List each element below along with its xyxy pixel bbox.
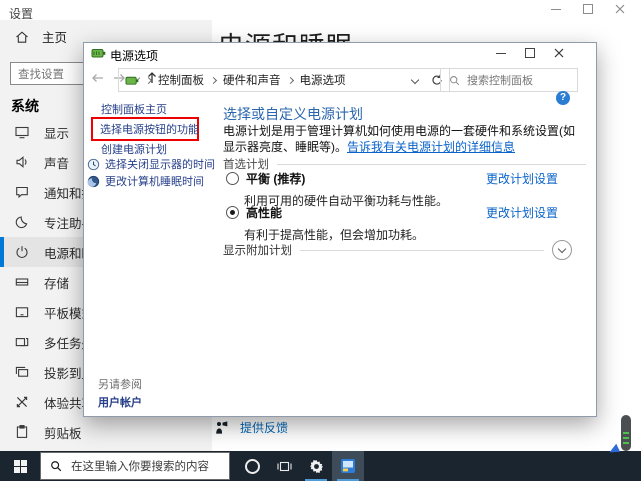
back-icon[interactable] [91, 72, 105, 84]
settings-caption-buttons [551, 4, 625, 14]
settings-section-label: 系统 [11, 98, 39, 114]
search-icon [450, 75, 460, 85]
plans-intro-text: 电源计划是用于管理计算机如何使用电源的一套硬件和系统设置(如显示器亮度、睡眠等)… [223, 123, 585, 155]
additional-plans-section: 显示附加计划 [223, 240, 586, 260]
plans-heading: 选择或自定义电源计划 [223, 106, 363, 122]
choose-power-buttons-link[interactable]: 选择电源按钮的功能 [100, 121, 199, 137]
notifications-icon [16, 186, 28, 199]
breadcrumb-hardware-sound[interactable]: 硬件和声音 [223, 72, 281, 88]
divider [300, 249, 544, 251]
choose-display-off-link: 选择关闭显示器的时间 [105, 159, 215, 171]
control-panel-search-input[interactable]: 搜索控制面板 [440, 68, 578, 92]
pen-cursor [609, 415, 631, 458]
sidebar-item-label: 声音 [44, 156, 70, 171]
power-icon [16, 246, 28, 258]
focus-assist-moon-icon [15, 216, 28, 229]
minimize-icon[interactable] [496, 52, 506, 54]
sidebar-item-label: 剪贴板 [44, 426, 82, 441]
power-options-window-title: 电源选项 [110, 49, 159, 63]
choose-display-off-row[interactable]: 选择关闭显示器的时间 [87, 156, 215, 172]
divider [277, 163, 586, 165]
settings-search-placeholder: 查找设置 [18, 68, 64, 81]
task-view-icon [276, 461, 292, 471]
shared-experiences-icon [16, 396, 28, 408]
power-options-window: 电源选项 控制面板 硬件和声音 电源选项 搜索控制面板 ? 控制面板主页 选择电… [83, 42, 597, 417]
start-button[interactable] [0, 451, 40, 481]
power-options-caption-buttons [496, 48, 564, 58]
cortana-icon [244, 458, 260, 474]
help-icon[interactable]: ? [556, 91, 570, 105]
plan-name[interactable]: 平衡 (推荐) [246, 170, 305, 187]
home-icon [16, 30, 28, 43]
feedback-icon [216, 420, 228, 434]
additional-plans-label: 显示附加计划 [223, 245, 292, 257]
display-icon [15, 126, 29, 139]
plan-row-high-performance: 高性能 更改计划设置 有利于提高性能，但会增加功耗。 [226, 204, 586, 243]
sidebar-item-clipboard[interactable]: 剪贴板 [0, 417, 212, 447]
settings-taskbar-button[interactable] [300, 451, 332, 481]
task-view-button[interactable] [268, 451, 300, 481]
maximize-icon[interactable] [525, 48, 535, 58]
sidebar-item-home[interactable]: 主页 [14, 27, 67, 46]
clock-icon [87, 158, 100, 170]
taskbar-search-placeholder: 在这里输入你要搜索的内容 [71, 461, 209, 473]
feedback-label: 提供反馈 [240, 421, 289, 435]
address-dropdown-icon[interactable] [410, 75, 420, 85]
close-icon[interactable] [554, 48, 564, 58]
highlight-red-box: 选择电源按钮的功能 [91, 117, 199, 141]
plan-radio-balanced[interactable] [226, 172, 239, 185]
screen: 设置 主页 查找设置 系统 显示 声音 通知和操作 专注助手 电源和睡眠 存储 … [0, 0, 641, 481]
power-options-address-icon [125, 76, 139, 85]
control-panel-taskbar-button[interactable] [332, 451, 364, 481]
control-panel-icon [341, 459, 355, 473]
address-bar[interactable]: 控制面板 硬件和声音 电源选项 [118, 68, 450, 92]
explorer-navigation-bar: 控制面板 硬件和声音 电源选项 搜索控制面板 [84, 63, 594, 95]
feedback-link-row[interactable]: 提供反馈 [215, 419, 288, 436]
breadcrumb-power-options[interactable]: 电源选项 [300, 72, 346, 88]
taskbar: 在这里输入你要搜索的内容 [0, 451, 641, 481]
power-options-app-icon [91, 46, 106, 60]
tell-me-more-link[interactable]: 告诉我有关电源计划的详细信息 [347, 140, 515, 154]
expand-additional-plans-icon[interactable] [552, 240, 572, 260]
change-sleep-time-row[interactable]: 更改计算机睡眠时间 [87, 173, 204, 189]
search-icon [51, 461, 62, 472]
sleep-moon-icon [87, 175, 100, 187]
home-label: 主页 [42, 31, 68, 45]
minimize-icon[interactable] [551, 8, 561, 10]
taskbar-search-input[interactable]: 在这里输入你要搜索的内容 [40, 452, 230, 480]
control-panel-home-link[interactable]: 控制面板主页 [101, 101, 167, 117]
cortana-button[interactable] [236, 451, 268, 481]
multitask-icon [15, 338, 29, 347]
project-to-pc-icon [15, 366, 29, 377]
maximize-icon[interactable] [583, 4, 593, 14]
sidebar-item-label: 存储 [44, 276, 70, 291]
breadcrumb-chevron-icon [144, 76, 153, 84]
sidebar-item-label: 显示 [44, 126, 70, 141]
control-panel-search-placeholder: 搜索控制面板 [467, 75, 533, 87]
change-plan-settings-link[interactable]: 更改计划设置 [486, 204, 558, 221]
clipboard-icon [16, 425, 28, 438]
change-plan-settings-link[interactable]: 更改计划设置 [486, 170, 558, 187]
gear-icon [309, 459, 323, 473]
create-power-plan-link[interactable]: 创建电源计划 [101, 141, 167, 157]
windows-logo-icon [13, 459, 27, 473]
plan-name[interactable]: 高性能 [246, 204, 282, 221]
storage-icon [15, 278, 29, 286]
breadcrumb-control-panel[interactable]: 控制面板 [158, 72, 204, 88]
breadcrumb-chevron-icon [209, 76, 218, 84]
breadcrumb-chevron-icon [286, 76, 294, 84]
close-icon[interactable] [615, 4, 625, 14]
change-sleep-time-link: 更改计算机睡眠时间 [105, 176, 204, 188]
see-also-label: 另请参阅 [98, 379, 142, 391]
sound-icon [16, 156, 27, 168]
user-accounts-link[interactable]: 用户帐户 [98, 394, 142, 410]
plan-radio-high-performance[interactable] [226, 206, 239, 219]
tablet-icon [15, 307, 29, 318]
